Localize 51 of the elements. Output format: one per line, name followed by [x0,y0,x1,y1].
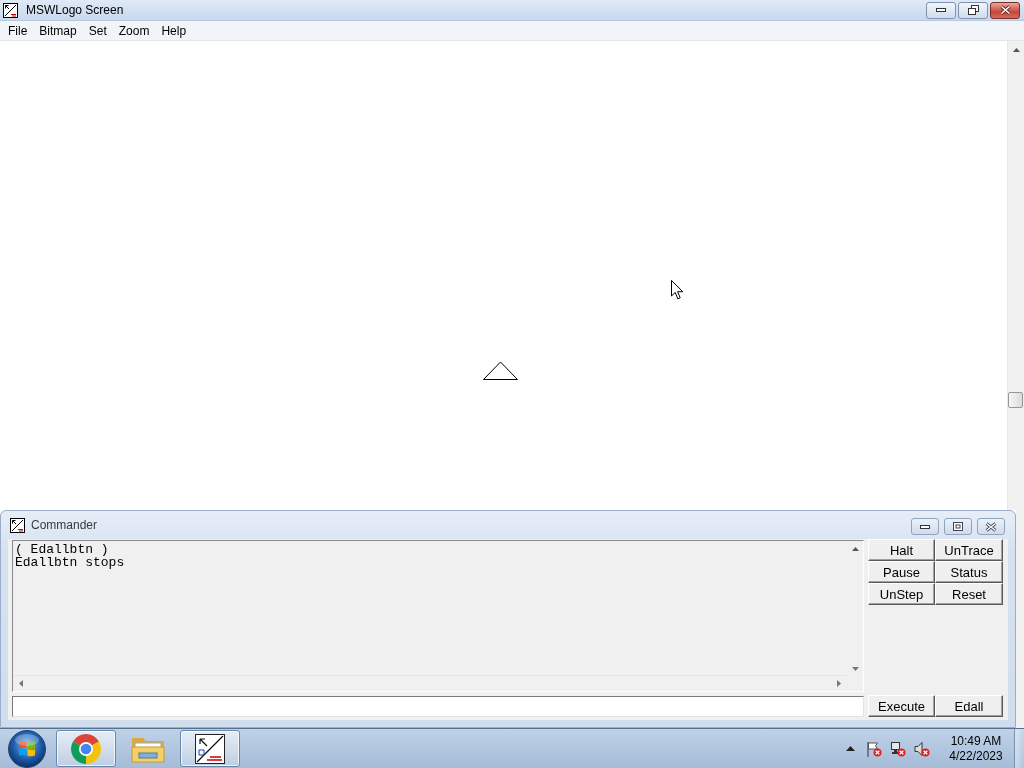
menu-item[interactable]: Set [82,21,113,40]
mouse-pointer-icon [671,280,684,300]
scroll-up-arrow-icon[interactable] [851,547,859,551]
app-logo-icon [195,733,225,764]
output-line: ( Edallbtn ) [15,543,109,556]
close-icon [985,521,997,532]
flag-error-icon[interactable] [866,740,882,757]
taskbar-button[interactable] [180,730,240,767]
minimize-icon [920,524,930,529]
command-button[interactable]: Pause [868,561,935,583]
command-button[interactable]: Edall [935,695,1003,717]
scroll-right-arrow-icon[interactable] [837,680,841,687]
clock-date[interactable]: 4/22/2023 [949,748,1003,764]
minimize-button[interactable] [911,518,939,535]
clock-time[interactable]: 10:49 AM [950,733,1002,749]
close-icon [999,5,1011,15]
turtle-triangle-icon [483,361,518,380]
command-button[interactable]: Execute [868,695,935,717]
minimize-button[interactable] [926,1,956,19]
restore-button[interactable] [958,1,988,19]
command-button[interactable]: Status [935,561,1003,583]
menu-item[interactable]: Help [155,21,193,40]
minimize-icon [936,8,946,12]
command-button[interactable]: UnTrace [935,539,1003,561]
app-logo-icon [10,517,25,533]
app-logo-icon [3,2,18,18]
command-button[interactable]: Reset [935,583,1003,605]
speaker-muted-icon[interactable] [914,740,930,757]
close-button[interactable] [990,1,1020,19]
menu-item[interactable]: File [2,21,34,40]
scrollbar-thumb[interactable] [1008,392,1023,408]
start-orb-icon [8,729,46,768]
output-line: Edallbtn stops [15,556,125,569]
window-title: MSWLogo Screen [26,2,124,19]
network-error-icon[interactable] [890,740,906,757]
restore-icon [967,5,979,15]
menu-item[interactable]: Zoom [112,21,156,40]
close-button[interactable] [977,518,1005,535]
command-button[interactable]: UnStep [868,583,935,605]
maximize-button[interactable] [944,518,972,535]
command-button[interactable]: Halt [868,539,935,561]
scroll-up-arrow-icon[interactable] [1012,47,1020,52]
tricolor-circle-icon [70,732,102,765]
scroll-left-arrow-icon[interactable] [19,680,23,687]
vertical-scrollbar[interactable] [1007,41,1024,510]
menu-item[interactable]: Bitmap [33,21,83,40]
maximize-icon [953,522,963,531]
command-input[interactable] [12,696,864,717]
window-title: Commander [31,517,98,534]
up-arrow-icon[interactable] [846,746,855,751]
scroll-down-arrow-icon[interactable] [851,667,859,671]
